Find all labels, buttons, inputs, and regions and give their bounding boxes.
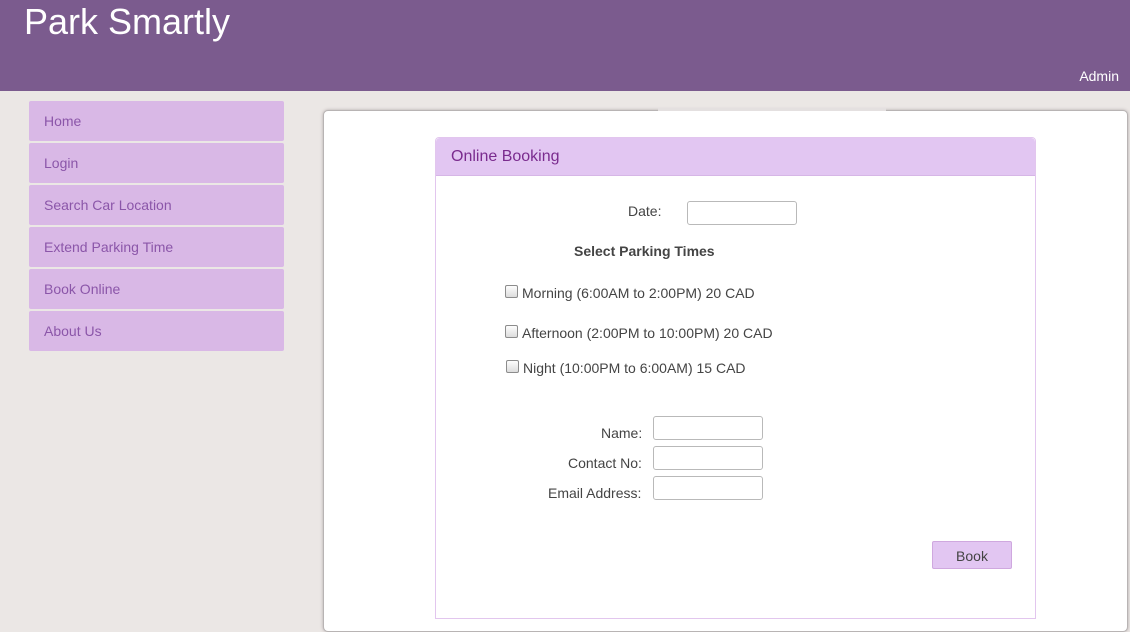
- admin-link[interactable]: Admin: [1079, 68, 1119, 84]
- name-input[interactable]: [653, 416, 763, 440]
- night-checkbox[interactable]: [506, 360, 519, 373]
- morning-checkbox[interactable]: [505, 285, 518, 298]
- book-button[interactable]: Book: [932, 541, 1012, 569]
- afternoon-option-label: Afternoon (2:00PM to 10:00PM) 20 CAD: [522, 325, 773, 341]
- nav-item-book-online[interactable]: Book Online: [29, 269, 284, 309]
- email-label: Email Address:: [548, 485, 642, 501]
- nav-item-about-us[interactable]: About Us: [29, 311, 284, 351]
- email-input[interactable]: [653, 476, 763, 500]
- contact-input[interactable]: [653, 446, 763, 470]
- afternoon-checkbox[interactable]: [505, 325, 518, 338]
- site-header: Park Smartly Admin: [0, 0, 1130, 91]
- nav-item-search-car-location[interactable]: Search Car Location: [29, 185, 284, 225]
- morning-option-label: Morning (6:00AM to 2:00PM) 20 CAD: [522, 285, 755, 301]
- parking-times-heading: Select Parking Times: [574, 243, 715, 259]
- content-top-tab: [658, 108, 886, 111]
- date-input[interactable]: [687, 201, 797, 225]
- name-label: Name:: [601, 425, 643, 441]
- sidebar-nav: Home Login Search Car Location Extend Pa…: [29, 101, 284, 353]
- nav-item-login[interactable]: Login: [29, 143, 284, 183]
- booking-panel-heading: Online Booking: [436, 138, 1035, 176]
- night-option-label: Night (10:00PM to 6:00AM) 15 CAD: [523, 360, 746, 376]
- nav-item-home[interactable]: Home: [29, 101, 284, 141]
- contact-label: Contact No:: [568, 455, 642, 471]
- nav-item-extend-parking-time[interactable]: Extend Parking Time: [29, 227, 284, 267]
- site-title: Park Smartly: [24, 1, 231, 42]
- date-label: Date:: [628, 203, 662, 219]
